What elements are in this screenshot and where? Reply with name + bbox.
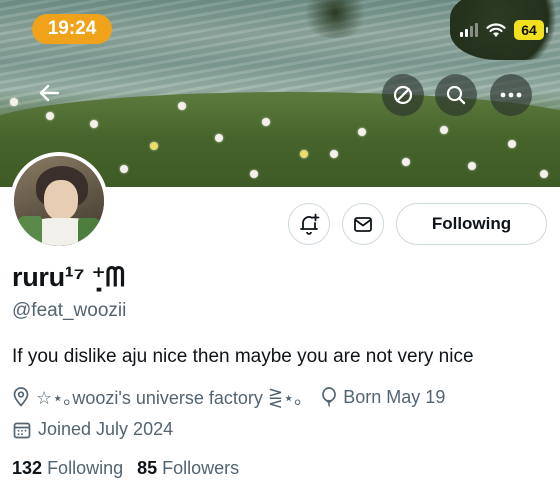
banner-flower (250, 170, 258, 178)
joined-text: Joined July 2024 (38, 419, 174, 439)
status-indicators: 64 (460, 20, 548, 40)
banner-flower (90, 120, 98, 128)
message-button[interactable] (342, 203, 384, 245)
banner-flower (330, 150, 338, 158)
profile-bio: If you dislike aju nice then maybe you a… (12, 346, 474, 367)
battery-indicator: 64 (514, 20, 548, 40)
banner-flower (300, 150, 308, 158)
following-count: 132 (12, 458, 43, 478)
envelope-icon (354, 217, 372, 232)
more-button[interactable] (490, 74, 532, 116)
notifications-button[interactable] (288, 203, 330, 245)
banner-flower (508, 140, 516, 148)
banner-flower (10, 98, 18, 106)
profile-meta-row: ☆⋆｡woozi's universe factory ⋛⋆｡ Born May… (12, 384, 445, 410)
username-handle: @feat_woozii (12, 300, 127, 321)
birthday-item: Born May 19 (321, 387, 445, 408)
banner-flower (150, 142, 158, 150)
balloon-icon (321, 387, 337, 407)
cellular-signal-icon (460, 23, 478, 37)
bell-plus-icon (300, 213, 320, 235)
arrow-left-icon (39, 84, 59, 102)
avatar[interactable] (10, 152, 108, 250)
display-name: ruru¹⁷ ⁺̣ᗰ (12, 262, 125, 292)
block-button[interactable] (382, 74, 424, 116)
banner-flower (540, 170, 548, 178)
follow-counts: 132 Following 85 Followers (12, 458, 239, 479)
back-button[interactable] (34, 78, 64, 108)
joined-item: Joined July 2024 (12, 419, 173, 440)
profile-meta-row: Joined July 2024 (12, 419, 173, 440)
banner-flower (468, 162, 476, 170)
followers-count-link[interactable]: 85 Followers (137, 458, 239, 479)
search-icon (446, 85, 466, 105)
following-button[interactable]: Following (396, 203, 547, 245)
banner-flower (358, 128, 366, 136)
calendar-icon (12, 420, 32, 440)
wifi-icon (486, 22, 506, 38)
following-count-link[interactable]: 132 Following (12, 458, 123, 479)
banner-flower (120, 165, 128, 173)
banner-flower (46, 112, 54, 120)
more-icon (500, 92, 522, 98)
followers-count: 85 (137, 458, 158, 478)
search-button[interactable] (435, 74, 477, 116)
birthday-text: Born May 19 (343, 386, 446, 407)
block-icon (393, 85, 413, 105)
banner-flower (178, 102, 186, 110)
location-pin-icon (12, 387, 30, 407)
banner-flower (440, 126, 448, 134)
location-text: ☆⋆｡woozi's universe factory ⋛⋆｡ (36, 388, 304, 408)
banner-flower (402, 158, 410, 166)
followers-label: Followers (162, 458, 240, 478)
status-time: 19:24 (32, 14, 112, 44)
following-label: Following (47, 458, 124, 478)
location-item: ☆⋆｡woozi's universe factory ⋛⋆｡ (12, 384, 303, 410)
banner-flower (215, 134, 223, 142)
banner-flower (262, 118, 270, 126)
